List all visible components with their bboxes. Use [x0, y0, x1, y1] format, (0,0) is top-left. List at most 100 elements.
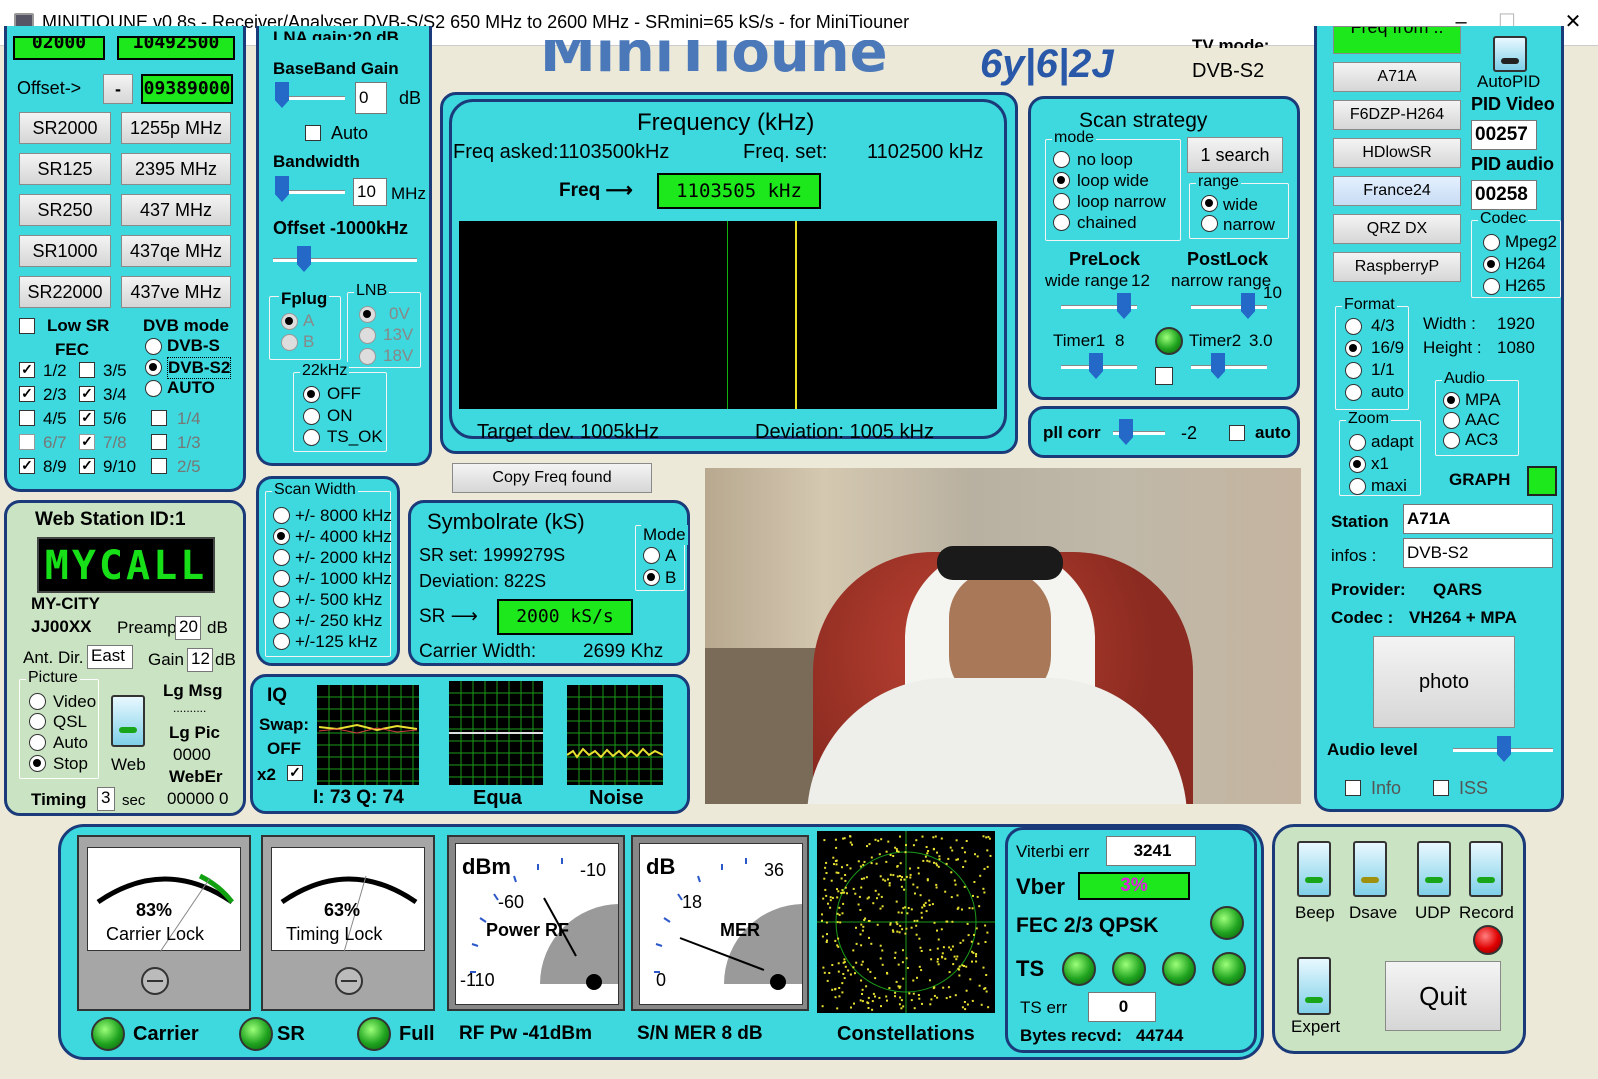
scan-width-radio-1[interactable] [273, 528, 290, 545]
fec-right-checkbox-0[interactable] [151, 410, 167, 426]
lnb-13v-radio[interactable] [359, 327, 376, 344]
scan-width-radio-2[interactable] [273, 549, 290, 566]
fplug-b-radio[interactable] [281, 334, 298, 351]
freq-preset-button-3[interactable]: 437qe MHz [121, 235, 231, 267]
station-button-2[interactable]: HDlowSR [1333, 138, 1461, 168]
baseband-slider[interactable] [275, 82, 289, 108]
format-43-radio[interactable] [1345, 318, 1362, 335]
dsave-switch[interactable] [1353, 841, 1387, 897]
quit-button[interactable]: Quit [1385, 961, 1501, 1031]
scan-width-radio-5[interactable] [273, 612, 290, 629]
freq-preset-button-2[interactable]: 437 MHz [121, 194, 231, 226]
fec-checkbox-0[interactable]: ✓ [19, 362, 35, 378]
bandwidth-input[interactable]: 10 [353, 178, 387, 206]
station-button-5[interactable]: RaspberryP [1333, 252, 1461, 282]
range-narrow-radio[interactable] [1201, 215, 1218, 232]
dvbs2-radio[interactable] [145, 359, 162, 376]
auto-gain-checkbox[interactable] [305, 125, 321, 141]
22khz-on-radio[interactable] [303, 408, 320, 425]
web-switch[interactable] [111, 695, 145, 747]
22khz-tsok-radio[interactable] [303, 429, 320, 446]
prelock-slider[interactable] [1117, 293, 1131, 319]
scan-mode-radio-0[interactable] [1053, 151, 1070, 168]
x2-checkbox[interactable]: ✓ [287, 765, 303, 781]
fec-checkbox-4[interactable] [19, 410, 35, 426]
fec-checkbox-3[interactable]: ✓ [79, 386, 95, 402]
lnb-18v-radio[interactable] [359, 348, 376, 365]
offset-sign-button[interactable]: - [103, 74, 133, 104]
sr-button-3[interactable]: SR1000 [19, 235, 111, 267]
range-wide-radio[interactable] [1201, 195, 1218, 212]
22khz-off-radio[interactable] [303, 386, 320, 403]
pid-audio-value[interactable]: 00258 [1471, 180, 1537, 210]
bandwidth-slider[interactable] [275, 176, 289, 202]
iss-checkbox[interactable] [1433, 780, 1449, 796]
audio-mpa-radio[interactable] [1443, 392, 1460, 409]
autopid-switch[interactable] [1493, 36, 1527, 72]
fec-checkbox-7[interactable]: ✓ [79, 434, 95, 450]
expert-switch[interactable] [1297, 957, 1331, 1015]
freq-preset-button-1[interactable]: 2395 MHz [121, 153, 231, 185]
scan-width-radio-4[interactable] [273, 591, 290, 608]
one-search-button[interactable]: 1 search [1187, 137, 1283, 173]
sr-button-4[interactable]: SR22000 [19, 276, 111, 308]
fec-checkbox-5[interactable]: ✓ [79, 410, 95, 426]
scan-width-radio-0[interactable] [273, 507, 290, 524]
gain-input[interactable]: 12 [187, 648, 213, 672]
zoom-x1-radio[interactable] [1349, 456, 1366, 473]
station-value[interactable]: A71A [1403, 504, 1553, 534]
low-sr-checkbox[interactable] [19, 318, 35, 334]
audio-aac-radio[interactable] [1443, 412, 1460, 429]
fec-right-checkbox-1[interactable] [151, 434, 167, 450]
record-switch[interactable] [1469, 841, 1503, 897]
fec-right-checkbox-2[interactable] [151, 458, 167, 474]
codec-mpeg2-radio[interactable] [1483, 234, 1500, 251]
scan-width-radio-6[interactable] [273, 633, 290, 650]
zoom-maxi-radio[interactable] [1349, 478, 1366, 495]
fec-checkbox-6[interactable] [19, 434, 35, 450]
fec-checkbox-9[interactable]: ✓ [79, 458, 95, 474]
picture-stop-radio[interactable] [29, 755, 46, 772]
fec-checkbox-1[interactable] [79, 362, 95, 378]
graph-toggle[interactable] [1527, 466, 1557, 496]
fplug-a-radio[interactable] [281, 313, 298, 330]
pll-slider[interactable] [1119, 419, 1133, 445]
preamp-input[interactable]: 20 [175, 616, 201, 640]
codec-h265-radio[interactable] [1483, 278, 1500, 295]
scan-mode-radio-3[interactable] [1053, 214, 1070, 231]
beep-switch[interactable] [1297, 841, 1331, 897]
photo-button[interactable]: photo [1373, 636, 1515, 728]
postlock-slider[interactable] [1241, 293, 1255, 319]
scan-mode-radio-1[interactable] [1053, 172, 1070, 189]
offset-value[interactable]: 09389000 [141, 74, 233, 104]
picture-auto-radio[interactable] [29, 734, 46, 751]
codec-h264-radio[interactable] [1483, 256, 1500, 273]
fec-checkbox-8[interactable]: ✓ [19, 458, 35, 474]
zoom-adapt-radio[interactable] [1349, 434, 1366, 451]
freq-from-button[interactable]: Freq from .. [1333, 26, 1461, 54]
pid-video-value[interactable]: 00257 [1471, 120, 1537, 150]
sr-button-0[interactable]: SR2000 [19, 112, 111, 144]
station-button-4[interactable]: QRZ DX [1333, 214, 1461, 244]
audio-ac3-radio[interactable] [1443, 432, 1460, 449]
copy-freq-button[interactable]: Copy Freq found [452, 463, 652, 493]
format-auto-radio[interactable] [1345, 384, 1362, 401]
udp-switch[interactable] [1417, 841, 1451, 897]
scan-checkbox[interactable] [1155, 367, 1173, 385]
offset-slider[interactable] [297, 246, 311, 272]
sr-button-1[interactable]: SR125 [19, 153, 111, 185]
scan-mode-radio-2[interactable] [1053, 193, 1070, 210]
scan-width-radio-3[interactable] [273, 570, 290, 587]
ant-dir-input[interactable]: East [87, 645, 133, 669]
station-button-1[interactable]: F6DZP-H264 [1333, 100, 1461, 130]
freq-preset-button-4[interactable]: 437ve MHz [121, 276, 231, 308]
timing-input[interactable]: 3 [97, 787, 115, 811]
format-169-radio[interactable] [1345, 340, 1362, 357]
audio-level-slider[interactable] [1497, 736, 1511, 762]
baseband-gain-input[interactable]: 0 [355, 82, 387, 114]
sr-mode-b-radio[interactable] [643, 569, 660, 586]
info-checkbox[interactable] [1345, 780, 1361, 796]
sr-mode-a-radio[interactable] [643, 547, 660, 564]
timer2-slider[interactable] [1211, 353, 1225, 379]
sr-button-2[interactable]: SR250 [19, 194, 111, 226]
